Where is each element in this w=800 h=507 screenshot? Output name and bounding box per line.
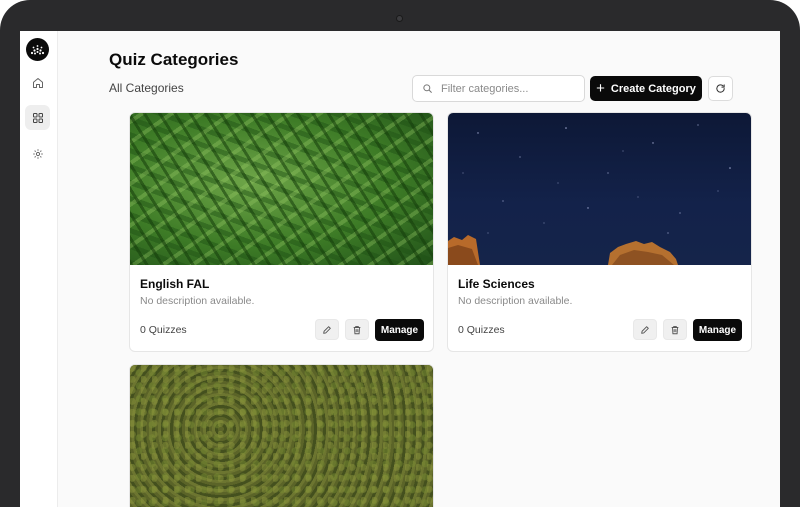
category-card (129, 364, 434, 507)
quiz-count: 0 Quizzes (140, 324, 187, 336)
create-category-button[interactable]: + Create Category (590, 76, 702, 101)
sidebar-item-categories[interactable] (25, 105, 50, 130)
device-frame: Quiz Categories All Categories + Create … (0, 0, 800, 507)
edit-button[interactable] (633, 319, 657, 340)
create-category-label: Create Category (610, 82, 696, 95)
category-image (130, 365, 433, 507)
grid-icon (32, 112, 43, 123)
edit-button[interactable] (315, 319, 339, 340)
delete-button[interactable] (345, 319, 369, 340)
pencil-icon (641, 325, 649, 334)
app-screen: Quiz Categories All Categories + Create … (20, 31, 780, 507)
category-description: No description available. (140, 295, 255, 307)
category-description: No description available. (458, 295, 573, 307)
night-sky-art (448, 124, 731, 265)
category-card: English FAL No description available. 0 … (129, 112, 434, 352)
pencil-icon (323, 325, 331, 334)
card-body: English FAL No description available. 0 … (130, 265, 433, 351)
manage-button[interactable]: Manage (693, 319, 742, 341)
page-title: Quiz Categories (109, 50, 239, 69)
quiz-count: 0 Quizzes (458, 324, 505, 336)
refresh-icon (716, 84, 725, 93)
sidebar-item-home[interactable] (25, 70, 50, 95)
section-subtitle: All Categories (109, 81, 184, 95)
camera-dot (396, 15, 403, 22)
main-content: Quiz Categories All Categories + Create … (58, 31, 780, 507)
brand-logo[interactable] (26, 38, 49, 61)
category-title: English FAL (140, 277, 210, 291)
sidebar (20, 31, 58, 507)
search-icon (423, 84, 432, 93)
search-box[interactable] (412, 75, 585, 102)
category-card: Life Sciences No description available. … (447, 112, 752, 352)
logo-icon (30, 44, 45, 54)
sidebar-item-settings[interactable] (25, 141, 50, 166)
delete-button[interactable] (663, 319, 687, 340)
card-body: Life Sciences No description available. … (448, 265, 751, 351)
home-icon (32, 77, 43, 88)
gear-icon (32, 148, 43, 159)
category-image (448, 113, 751, 265)
category-title: Life Sciences (458, 277, 535, 291)
search-input[interactable] (441, 82, 571, 95)
trash-icon (671, 325, 679, 334)
manage-button[interactable]: Manage (375, 319, 424, 341)
plus-icon: + (596, 80, 605, 97)
category-image (130, 113, 433, 265)
trash-icon (353, 325, 361, 334)
refresh-button[interactable] (708, 76, 733, 101)
